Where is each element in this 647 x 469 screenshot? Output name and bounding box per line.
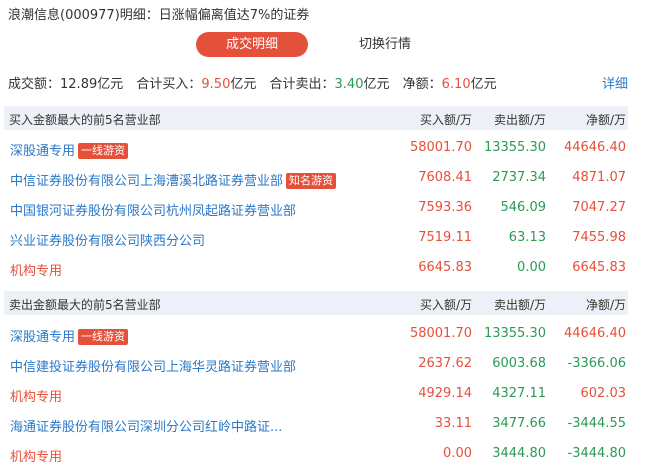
net-amount: 44646.40 <box>563 326 626 341</box>
broker-name-text: 中国银河证券股份有限公司杭州凤起路证券营业部 <box>10 204 297 219</box>
net-amount: -3444.80 <box>567 446 626 461</box>
broker-name[interactable]: 海通证券股份有限公司深圳分公司红岭中路证... <box>10 416 282 435</box>
table-row[interactable]: 机构专用 0.00 3444.80 -3444.80 <box>4 439 628 469</box>
turnover-unit: 亿元 <box>97 77 124 92</box>
broker-name-text: 中信证券股份有限公司上海漕溪北路证券营业部 <box>10 174 284 189</box>
buy-amount: 58001.70 <box>409 140 472 155</box>
broker-name[interactable]: 中国银河证券股份有限公司杭州凤起路证券营业部 <box>10 200 296 219</box>
broker-name-text: 海通证券股份有限公司深圳分公司红岭中路证... <box>10 420 283 435</box>
trader-badge: 一线游资 <box>78 329 129 345</box>
turnover-value: 12.89 <box>60 77 98 92</box>
total-buy-value: 9.50 <box>201 77 231 92</box>
summary-bar: 成交额：12.89亿元 合计买入：9.50亿元 合计卖出：3.40亿元 净额：6… <box>8 73 497 92</box>
net-amount: 602.03 <box>580 386 627 401</box>
sell-amount: 13355.30 <box>483 140 546 155</box>
buy-amount: 2637.62 <box>418 356 472 371</box>
broker-name[interactable]: 中信证券股份有限公司上海漕溪北路证券营业部 知名游资 <box>10 170 337 189</box>
table-row[interactable]: 海通证券股份有限公司深圳分公司红岭中路证... 33.11 3477.66 -3444… <box>4 409 628 439</box>
col-net-amount: 净额/万 <box>585 298 626 312</box>
broker-name[interactable]: 深股通专用 一线游资 <box>10 140 129 159</box>
net-value: 6.10 <box>441 77 471 92</box>
tab-switch-quote[interactable]: 切换行情 <box>330 32 440 57</box>
sell-section-title: 卖出金额最大的前5名营业部 <box>9 298 161 312</box>
net-amount: 44646.40 <box>563 140 626 155</box>
buy-amount: 6645.83 <box>418 260 472 275</box>
table-row[interactable]: 深股通专用 一线游资 58001.70 13355.30 44646.40 <box>4 319 628 349</box>
total-sell-unit: 亿元 <box>363 77 390 92</box>
buy-section-title: 买入金额最大的前5名营业部 <box>9 113 161 127</box>
buy-amount: 58001.70 <box>409 326 472 341</box>
tab-trade-detail[interactable]: 成交明细 <box>196 32 308 57</box>
broker-name-text: 机构专用 <box>10 264 63 279</box>
table-row[interactable]: 中信建投证券股份有限公司上海华灵路证券营业部 2637.62 6003.68 -336… <box>4 349 628 379</box>
broker-name[interactable]: 中信建投证券股份有限公司上海华灵路证券营业部 <box>10 356 296 375</box>
broker-name[interactable]: 机构专用 <box>10 446 62 465</box>
col-buy-amount: 买入额/万 <box>419 113 472 127</box>
col-sell-amount: 卖出额/万 <box>493 113 546 127</box>
total-buy-unit: 亿元 <box>230 77 257 92</box>
buy-amount: 7608.41 <box>418 170 472 185</box>
net-unit: 亿元 <box>470 77 497 92</box>
broker-name[interactable]: 机构专用 <box>10 260 62 279</box>
sell-amount: 3444.80 <box>492 446 546 461</box>
sell-amount: 4327.11 <box>492 386 546 401</box>
sell-amount: 0.00 <box>517 260 546 275</box>
col-buy-amount: 买入额/万 <box>419 298 472 312</box>
table-row[interactable]: 深股通专用 一线游资 58001.70 13355.30 44646.40 <box>4 133 628 163</box>
net-amount: 7455.98 <box>572 230 626 245</box>
net-amount: -3444.55 <box>567 416 626 431</box>
net-amount: 6645.83 <box>572 260 626 275</box>
total-buy-label: 合计买入： <box>136 77 202 92</box>
table-row[interactable]: 中国银河证券股份有限公司杭州凤起路证券营业部 7593.36 546.09 7047.… <box>4 193 628 223</box>
buy-amount: 0.00 <box>443 446 472 461</box>
net-label: 净额： <box>402 77 442 92</box>
sell-amount: 13355.30 <box>483 326 546 341</box>
broker-name[interactable]: 深股通专用 一线游资 <box>10 326 129 345</box>
buy-amount: 7519.11 <box>418 230 472 245</box>
broker-name-text: 深股通专用 <box>10 144 76 159</box>
tab-bar: 成交明细 切换行情 <box>0 32 647 58</box>
table-row[interactable]: 兴业证券股份有限公司陕西分公司 7519.11 63.13 7455.98 <box>4 223 628 253</box>
col-net-amount: 净额/万 <box>585 113 626 127</box>
sell-amount: 2737.34 <box>492 170 546 185</box>
broker-name[interactable]: 兴业证券股份有限公司陕西分公司 <box>10 230 205 249</box>
table-row[interactable]: 中信证券股份有限公司上海漕溪北路证券营业部 知名游资 7608.41 2737.34 4… <box>4 163 628 193</box>
buy-amount: 7593.36 <box>418 200 472 215</box>
trader-badge: 一线游资 <box>78 143 129 159</box>
table-row[interactable]: 机构专用 6645.83 0.00 6645.83 <box>4 253 628 283</box>
sell-amount: 546.09 <box>500 200 547 215</box>
net-amount: 4871.07 <box>572 170 626 185</box>
col-sell-amount: 卖出额/万 <box>493 298 546 312</box>
trader-badge: 知名游资 <box>286 173 337 189</box>
turnover-label: 成交额： <box>8 77 61 92</box>
buy-amount: 33.11 <box>434 416 472 431</box>
page-title: 浪潮信息(000977)明细：日涨幅偏离值达7%的证券 <box>8 8 310 23</box>
sell-amount: 6003.68 <box>492 356 546 371</box>
broker-name-text: 中信建投证券股份有限公司上海华灵路证券营业部 <box>10 360 297 375</box>
broker-name-text: 机构专用 <box>10 390 63 405</box>
table-row[interactable]: 机构专用 4929.14 4327.11 602.03 <box>4 379 628 409</box>
net-amount: 7047.27 <box>572 200 626 215</box>
total-sell-label: 合计卖出： <box>269 77 335 92</box>
broker-name-text: 兴业证券股份有限公司陕西分公司 <box>10 234 206 249</box>
broker-name-text: 深股通专用 <box>10 330 76 345</box>
buy-amount: 4929.14 <box>418 386 472 401</box>
detail-link[interactable]: 详细 <box>602 73 628 92</box>
broker-name-text: 机构专用 <box>10 450 63 465</box>
broker-name[interactable]: 机构专用 <box>10 386 62 405</box>
sell-section-header: 卖出金额最大的前5名营业部 买入额/万 卖出额/万 净额/万 <box>4 291 628 315</box>
sell-amount: 63.13 <box>508 230 546 245</box>
net-amount: -3366.06 <box>567 356 626 371</box>
buy-section-header: 买入金额最大的前5名营业部 买入额/万 卖出额/万 净额/万 <box>4 106 628 130</box>
total-sell-value: 3.40 <box>334 77 364 92</box>
sell-amount: 3477.66 <box>492 416 546 431</box>
